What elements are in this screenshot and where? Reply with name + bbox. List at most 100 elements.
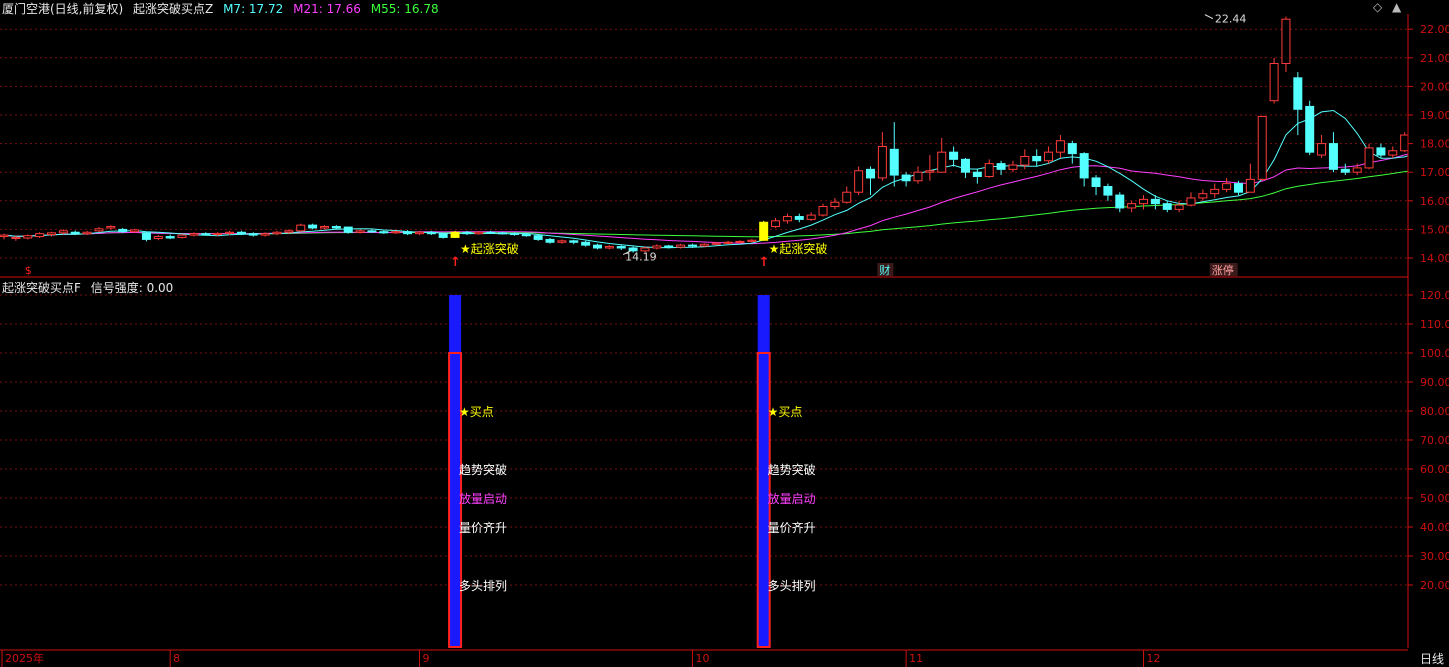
candle — [1376, 143, 1386, 158]
candle — [1305, 100, 1315, 156]
signal-condition-label: 趋势突破 — [768, 462, 816, 477]
candle-body — [676, 244, 686, 248]
candle — [58, 229, 68, 235]
candle-body — [1388, 150, 1398, 156]
scroll-up-icon[interactable]: ▲ — [1392, 0, 1401, 14]
candle — [296, 223, 306, 233]
candle — [165, 234, 175, 240]
stock-title[interactable]: 厦门空港(日线,前复权) — [2, 2, 123, 16]
candle-body — [296, 224, 306, 232]
strength-tick-label: 30.00 — [1420, 550, 1449, 563]
diamond-icon[interactable]: ◇ — [1373, 0, 1382, 14]
candle — [1281, 16, 1291, 73]
candle — [1317, 135, 1327, 158]
time-axis: 2025年 8 9 10 11 12 — [1, 650, 1161, 667]
signal-condition-label: 多头排列 — [459, 579, 507, 593]
candle-body — [1091, 177, 1101, 187]
time-tick-label: 10 — [695, 652, 709, 665]
candle — [379, 230, 389, 234]
candle-body — [201, 233, 211, 236]
candle-body — [1032, 155, 1042, 162]
candle-body — [1186, 197, 1196, 206]
candle-body — [284, 230, 294, 233]
candlesticks — [0, 16, 1433, 253]
candle-body — [735, 240, 745, 243]
candle-body — [70, 231, 80, 235]
candle-body — [308, 224, 318, 229]
candle — [1067, 140, 1077, 164]
high-pointer — [1204, 14, 1214, 20]
candle — [877, 132, 887, 181]
signal-condition-label: ★买点 — [459, 405, 494, 419]
candle — [1222, 177, 1232, 193]
signal-condition-label: 多头排列 — [768, 579, 816, 593]
candle-body — [1317, 143, 1327, 156]
indicator-name[interactable]: 起涨突破买点Z — [133, 2, 213, 16]
candle — [925, 155, 935, 181]
candle-body — [533, 235, 543, 240]
candle — [46, 231, 56, 237]
period-label[interactable]: 日线 — [1420, 650, 1444, 667]
candle-body — [866, 168, 876, 179]
candle-body — [106, 226, 116, 229]
candle-body — [414, 231, 424, 235]
strength-tick-label: 110.00 — [1420, 318, 1449, 331]
event-marker: 财 — [879, 263, 890, 277]
candle-body — [1044, 151, 1054, 162]
candle-body — [165, 236, 175, 239]
signal-condition-label: 量价齐升 — [459, 520, 507, 535]
candle — [652, 244, 662, 250]
candle-body — [260, 233, 270, 236]
strength-tick-label: 60.00 — [1420, 463, 1449, 476]
candle-body — [153, 236, 163, 240]
candle-body — [949, 151, 959, 160]
candle — [806, 212, 816, 221]
candle — [913, 166, 923, 184]
candle-body — [1210, 188, 1220, 195]
signal-condition-label: 放量启动 — [768, 491, 816, 506]
candle — [996, 160, 1006, 176]
candle-body — [723, 241, 733, 244]
candle-body — [1400, 134, 1410, 152]
time-tick-label: 11 — [909, 652, 923, 665]
candle-body — [82, 231, 92, 235]
candle-body — [1174, 204, 1184, 210]
candle-body — [854, 170, 864, 193]
candle-body — [213, 232, 223, 236]
signal-condition-label: 放量启动 — [459, 491, 507, 506]
candle-body — [1293, 77, 1303, 110]
candle-body — [343, 226, 353, 233]
price-tick-label: 21.00 — [1420, 52, 1449, 65]
candle-body — [1115, 194, 1125, 209]
candle — [1198, 189, 1208, 201]
candle — [355, 229, 365, 234]
signal-column: ★买点趋势突破放量启动量价齐升多头排列 — [448, 295, 507, 648]
candle — [82, 230, 92, 236]
candle-body — [616, 246, 626, 249]
ma7-line — [3, 109, 1429, 249]
time-tick-label: 8 — [173, 652, 180, 665]
candle-body — [842, 191, 852, 203]
candle — [272, 230, 282, 236]
candle — [972, 169, 982, 184]
candle — [319, 225, 329, 230]
candle-body — [1150, 198, 1160, 205]
candle-body — [1127, 203, 1137, 209]
candle — [1400, 132, 1410, 153]
breakout-signal-label: ★起涨突破 — [460, 241, 519, 256]
candle — [569, 239, 579, 245]
candle-body — [35, 233, 45, 238]
candle — [0, 233, 9, 240]
candle-body — [319, 226, 329, 229]
candle — [557, 239, 567, 244]
candle — [759, 220, 769, 241]
candle-body — [687, 244, 697, 247]
candle — [1245, 163, 1255, 193]
candle-body — [972, 171, 982, 177]
signal-bars: ★买点趋势突破放量启动量价齐升多头排列★买点趋势突破放量启动量价齐升多头排列 — [448, 295, 816, 648]
candle — [1139, 195, 1149, 210]
strength-tick-label: 100.00 — [1420, 347, 1449, 360]
candle-body — [604, 246, 614, 249]
candle — [1269, 57, 1279, 104]
sub-indicator-name[interactable]: 起涨突破买点F — [2, 281, 81, 295]
